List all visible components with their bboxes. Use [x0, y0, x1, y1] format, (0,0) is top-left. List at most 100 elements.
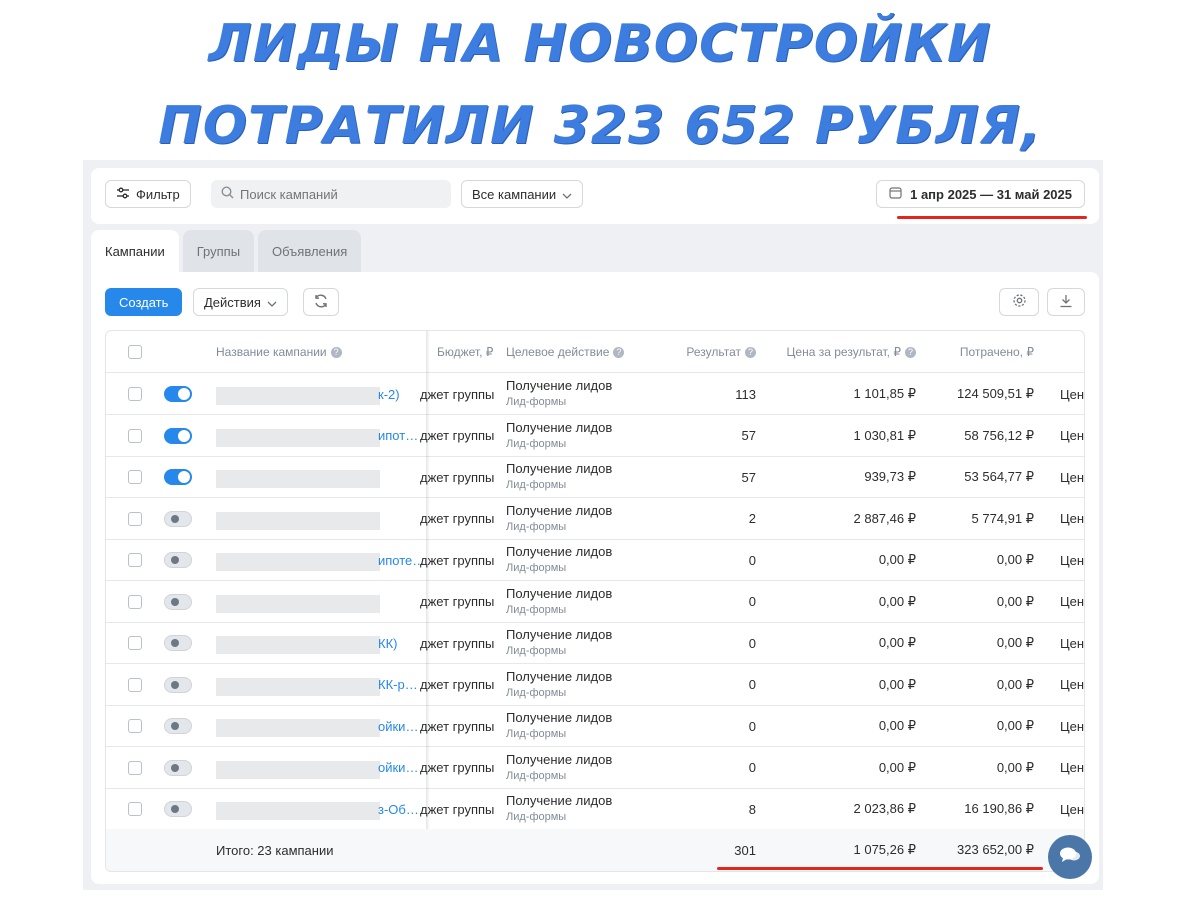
status-toggle[interactable]	[164, 415, 192, 457]
row-checkbox[interactable]	[128, 415, 142, 457]
download-button[interactable]	[1047, 288, 1085, 316]
campaign-name-redacted	[216, 802, 380, 820]
status-toggle[interactable]	[164, 664, 192, 706]
search-box[interactable]	[211, 180, 451, 208]
table-row[interactable]: з-Об… джет группы Получение лидов Лид-формы…	[106, 788, 1084, 830]
gear-icon	[1012, 293, 1027, 311]
status-toggle[interactable]	[164, 747, 192, 789]
next-column-cell: Цен	[1060, 552, 1085, 568]
tab-groups[interactable]: Группы	[182, 230, 255, 272]
row-checkbox[interactable]	[128, 664, 142, 706]
budget-cell: джет группы	[420, 511, 495, 526]
table-row[interactable]: ойки… джет группы Получение лидов Лид-формы…	[106, 705, 1084, 747]
row-checkbox[interactable]	[128, 747, 142, 789]
table-row[interactable]: к-2) джет группы Получение лидов Лид-формы 1…	[106, 373, 1085, 415]
settings-button[interactable]	[999, 288, 1039, 316]
ads-cabinet-panel: Фильтр Все кампании 1 апр 2025 — 31 май …	[83, 160, 1103, 890]
budget-cell: джет группы	[420, 469, 495, 485]
row-checkbox[interactable]	[128, 622, 142, 664]
target-action: Получение лидов	[506, 378, 613, 393]
budget-cell: джет группы	[420, 594, 495, 609]
status-toggle[interactable]	[164, 498, 192, 540]
target-action-sub: Лид-формы	[506, 479, 567, 491]
next-column-cell: Цен	[1060, 594, 1085, 609]
table-row[interactable]: ипоте… джет группы Получение лидов Лид-форм…	[106, 539, 1085, 581]
budget-cell: джет группы	[420, 635, 495, 651]
result-cell: 113	[735, 386, 756, 402]
table-row[interactable]: ипот… джет группы Получение лидов Лид-формы…	[106, 415, 1084, 457]
table-row[interactable]: джет группы Получение лидов Лид-формы 0 0,00…	[106, 581, 1085, 623]
campaign-name-redacted	[216, 511, 380, 530]
refresh-button[interactable]	[303, 288, 339, 316]
campaign-name-redacted	[216, 760, 380, 779]
campaign-name-redacted	[216, 677, 380, 696]
table-row[interactable]: ойки… джет группы Получение лидов Лид-формы…	[106, 747, 1084, 789]
tab-campaigns[interactable]: Кампании	[91, 230, 179, 272]
header-spent[interactable]: Потрачено, ₽	[936, 331, 1034, 373]
row-checkbox[interactable]	[128, 788, 142, 830]
header-budget[interactable]: Бюджет, ₽	[437, 331, 493, 373]
create-button[interactable]: Создать	[105, 288, 183, 316]
spent-cell: 124 509,51 ₽	[957, 386, 1034, 401]
help-icon[interactable]: ?	[330, 346, 342, 358]
target-action-cell: Получение лидов Лид-формы	[506, 581, 612, 623]
header-result[interactable]: Результат?	[666, 331, 756, 373]
date-range-picker[interactable]: 1 апр 2025 — 31 май 2025	[876, 180, 1085, 208]
actions-dropdown[interactable]: Действия	[193, 288, 288, 316]
spent-cell: 0,00 ₽	[996, 718, 1034, 733]
search-input[interactable]	[240, 186, 430, 202]
status-toggle[interactable]	[164, 705, 192, 747]
row-checkbox[interactable]	[128, 539, 142, 581]
status-toggle[interactable]	[164, 581, 192, 623]
row-checkbox[interactable]	[128, 581, 142, 623]
target-action: Получение лидов	[506, 793, 613, 808]
row-checkbox[interactable]	[128, 373, 142, 415]
table-total-row: Итого: 23 кампании 301 1 075,26 ₽ 323 65…	[106, 829, 1084, 871]
row-checkbox[interactable]	[128, 456, 142, 498]
result-cell: 57	[741, 428, 756, 443]
spent-cell: 0,00 ₽	[996, 593, 1034, 609]
total-result: 301	[734, 842, 756, 858]
status-toggle[interactable]	[164, 788, 192, 830]
status-toggle[interactable]	[164, 539, 192, 581]
tab-ads[interactable]: Объявления	[258, 230, 362, 272]
chat-button[interactable]	[1048, 835, 1092, 879]
target-action: Получение лидов	[506, 544, 613, 559]
target-action-sub: Лид-формы	[506, 686, 567, 699]
status-toggle[interactable]	[164, 373, 192, 415]
campaigns-select-value: Все кампании	[472, 186, 557, 202]
table-row[interactable]: джет группы Получение лидов Лид-формы 2 2 88…	[106, 498, 1084, 540]
chat-icon	[1059, 846, 1081, 869]
campaign-name-redacted	[216, 428, 380, 447]
result-cell: 0	[748, 552, 756, 568]
cpr-cell: 939,73 ₽	[864, 469, 916, 484]
header-name[interactable]: Название кампании?	[216, 331, 342, 373]
help-icon[interactable]: ?	[905, 346, 916, 358]
target-action-sub: Лид-формы	[506, 811, 567, 823]
cpr-cell: 2 023,86 ₽	[853, 801, 917, 816]
row-checkbox[interactable]	[128, 498, 142, 540]
header-target[interactable]: Целевое действие?	[506, 331, 625, 373]
target-action: Получение лидов	[506, 627, 613, 642]
total-label: Итого: 23 кампании	[216, 842, 334, 858]
result-cell: 8	[748, 801, 756, 817]
row-checkbox[interactable]	[128, 705, 142, 747]
help-icon[interactable]: ?	[745, 346, 756, 358]
status-toggle[interactable]	[164, 622, 192, 664]
target-action-cell: Получение лидов Лид-формы	[506, 747, 612, 789]
frozen-column-shadow	[426, 331, 430, 829]
table-row[interactable]: КК) джет группы Получение лидов Лид-формы 0 0…	[106, 622, 1084, 664]
target-action-sub: Лид-формы	[506, 728, 567, 740]
next-column-cell: Цен	[1060, 386, 1085, 402]
campaigns-select[interactable]: Все кампании	[461, 180, 584, 208]
header-cpr[interactable]: Цена за результат, ₽?	[766, 331, 916, 373]
select-all-checkbox[interactable]	[128, 331, 142, 373]
help-icon[interactable]: ?	[613, 346, 625, 358]
table-row[interactable]: джет группы Получение лидов Лид-формы 57 939…	[106, 456, 1084, 498]
table-row[interactable]: КК-р… джет группы Получение лидов Лид-формы…	[106, 664, 1084, 706]
result-cell: 57	[741, 469, 756, 485]
filter-button[interactable]: Фильтр	[105, 180, 191, 208]
status-toggle[interactable]	[164, 456, 192, 498]
spent-cell: 16 190,86 ₽	[964, 801, 1034, 816]
budget-cell: джет группы	[420, 386, 495, 402]
